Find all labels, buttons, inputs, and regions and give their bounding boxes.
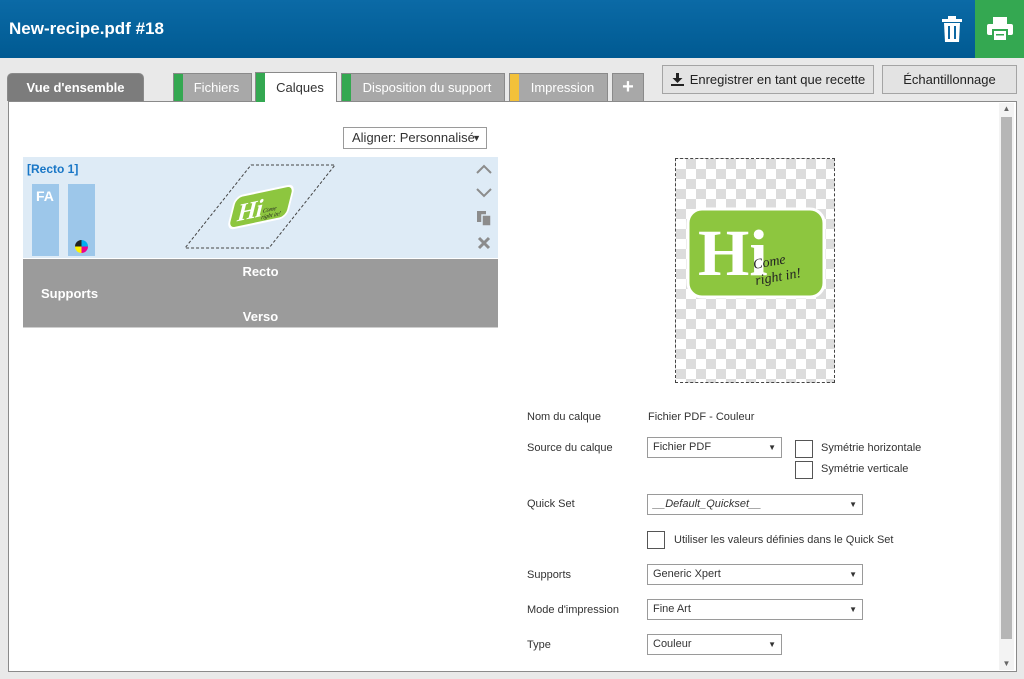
layer-card-title: [Recto 1]	[27, 162, 79, 176]
recto-label: Recto	[242, 264, 279, 279]
print-button[interactable]	[975, 0, 1024, 58]
supports-value: Generic Xpert	[653, 568, 721, 580]
sampling-label: Échantillonnage	[903, 72, 996, 87]
flip-vertical-label: Symétrie verticale	[821, 463, 909, 475]
flip-horizontal-checkbox[interactable]	[795, 440, 813, 458]
move-up-button[interactable]	[475, 160, 493, 178]
move-down-button[interactable]	[475, 184, 493, 202]
copy-icon	[477, 211, 492, 226]
fine-art-layer-bar[interactable]: FA	[32, 184, 59, 256]
vertical-scrollbar[interactable]: ▲ ▼	[999, 103, 1014, 670]
duplicate-button[interactable]	[475, 209, 493, 227]
trash-icon	[942, 16, 962, 42]
tab-overview[interactable]: Vue d'ensemble	[7, 73, 144, 101]
type-value: Couleur	[653, 638, 692, 650]
scroll-down-icon[interactable]: ▼	[999, 658, 1014, 670]
flip-horizontal-label: Symétrie horizontale	[821, 442, 922, 454]
chevron-down-icon: ▼	[472, 133, 481, 143]
print-mode-value: Fine Art	[653, 603, 691, 615]
tab-label: Fichiers	[193, 80, 240, 95]
divider	[23, 327, 498, 328]
tab-label: Vue d'ensemble	[26, 80, 125, 95]
app-header: New-recipe.pdf #18	[0, 0, 1024, 58]
save-as-recipe-button[interactable]: Enregistrer en tant que recette	[662, 65, 874, 94]
align-select[interactable]: Aligner: Personnalisé ▼	[343, 127, 487, 149]
type-select[interactable]: Couleur ▼	[647, 634, 782, 655]
supports-label: Supports	[41, 286, 99, 301]
layer-name-label: Nom du calque	[527, 411, 601, 423]
print-mode-label: Mode d'impression	[527, 604, 619, 616]
scrollbar-thumb[interactable]	[1001, 117, 1012, 639]
use-quickset-checkbox[interactable]	[647, 531, 665, 549]
tab-label: Disposition du support	[362, 80, 492, 95]
status-flag	[342, 74, 351, 101]
chevron-down-icon: ▼	[849, 500, 857, 509]
delete-button[interactable]	[930, 8, 974, 50]
chevron-up-icon	[476, 164, 492, 174]
save-as-recipe-label: Enregistrer en tant que recette	[689, 72, 866, 87]
chevron-down-icon: ▼	[768, 640, 776, 649]
tab-label: Impression	[530, 80, 595, 95]
chevron-down-icon: ▼	[768, 443, 776, 452]
quickset-value: __Default_Quickset__	[653, 498, 762, 510]
sampling-button[interactable]: Échantillonnage	[882, 65, 1017, 94]
document-title: New-recipe.pdf #18	[9, 19, 164, 38]
tab-files[interactable]: Fichiers	[173, 73, 252, 101]
layer-card[interactable]: [Recto 1] FA Hi Come right in!	[23, 157, 498, 258]
layer-source-select[interactable]: Fichier PDF ▼	[647, 437, 782, 458]
type-label: Type	[527, 639, 551, 651]
printer-icon	[986, 17, 1013, 41]
add-tab-button[interactable]: +	[612, 73, 644, 101]
layer-thumbnail: Hi Come right in!	[183, 164, 337, 249]
tab-label: Calques	[276, 80, 324, 95]
supports-box: Recto Supports Verso	[23, 259, 498, 327]
supports-select[interactable]: Generic Xpert ▼	[647, 564, 863, 585]
supports-field-label: Supports	[527, 569, 572, 581]
quickset-select[interactable]: __Default_Quickset__ ▼	[647, 494, 863, 515]
flip-vertical-checkbox[interactable]	[795, 461, 813, 479]
verso-label: Verso	[242, 309, 279, 324]
tab-layers[interactable]: Calques	[255, 72, 337, 102]
delete-layer-button[interactable]	[475, 234, 493, 252]
layer-source-label: Source du calque	[527, 442, 613, 454]
status-flag	[256, 73, 265, 102]
status-flag	[174, 74, 183, 101]
chevron-down-icon: ▼	[849, 570, 857, 579]
layer-name-value: Fichier PDF - Couleur	[648, 411, 755, 423]
align-select-value: Aligner: Personnalisé	[352, 130, 475, 145]
chevron-down-icon	[476, 188, 492, 198]
scroll-up-icon[interactable]: ▲	[999, 103, 1014, 115]
tab-media-layout[interactable]: Disposition du support	[341, 73, 505, 101]
status-flag	[510, 74, 519, 101]
close-icon	[477, 236, 491, 250]
quickset-label: Quick Set	[527, 498, 575, 510]
download-icon	[670, 73, 684, 86]
layer-preview: Hi Come right in!	[675, 158, 835, 383]
tab-print[interactable]: Impression	[509, 73, 608, 101]
color-layer-bar[interactable]	[68, 184, 95, 256]
print-mode-select[interactable]: Fine Art ▼	[647, 599, 863, 620]
hi-logo: Hi Come right in!	[686, 207, 826, 299]
use-quickset-label: Utiliser les valeurs définies dans le Qu…	[674, 534, 894, 546]
fa-label: FA	[36, 188, 54, 204]
chevron-down-icon: ▼	[849, 605, 857, 614]
layer-source-value: Fichier PDF	[653, 441, 712, 453]
plus-icon: +	[622, 76, 634, 98]
cmyk-icon	[75, 240, 88, 253]
